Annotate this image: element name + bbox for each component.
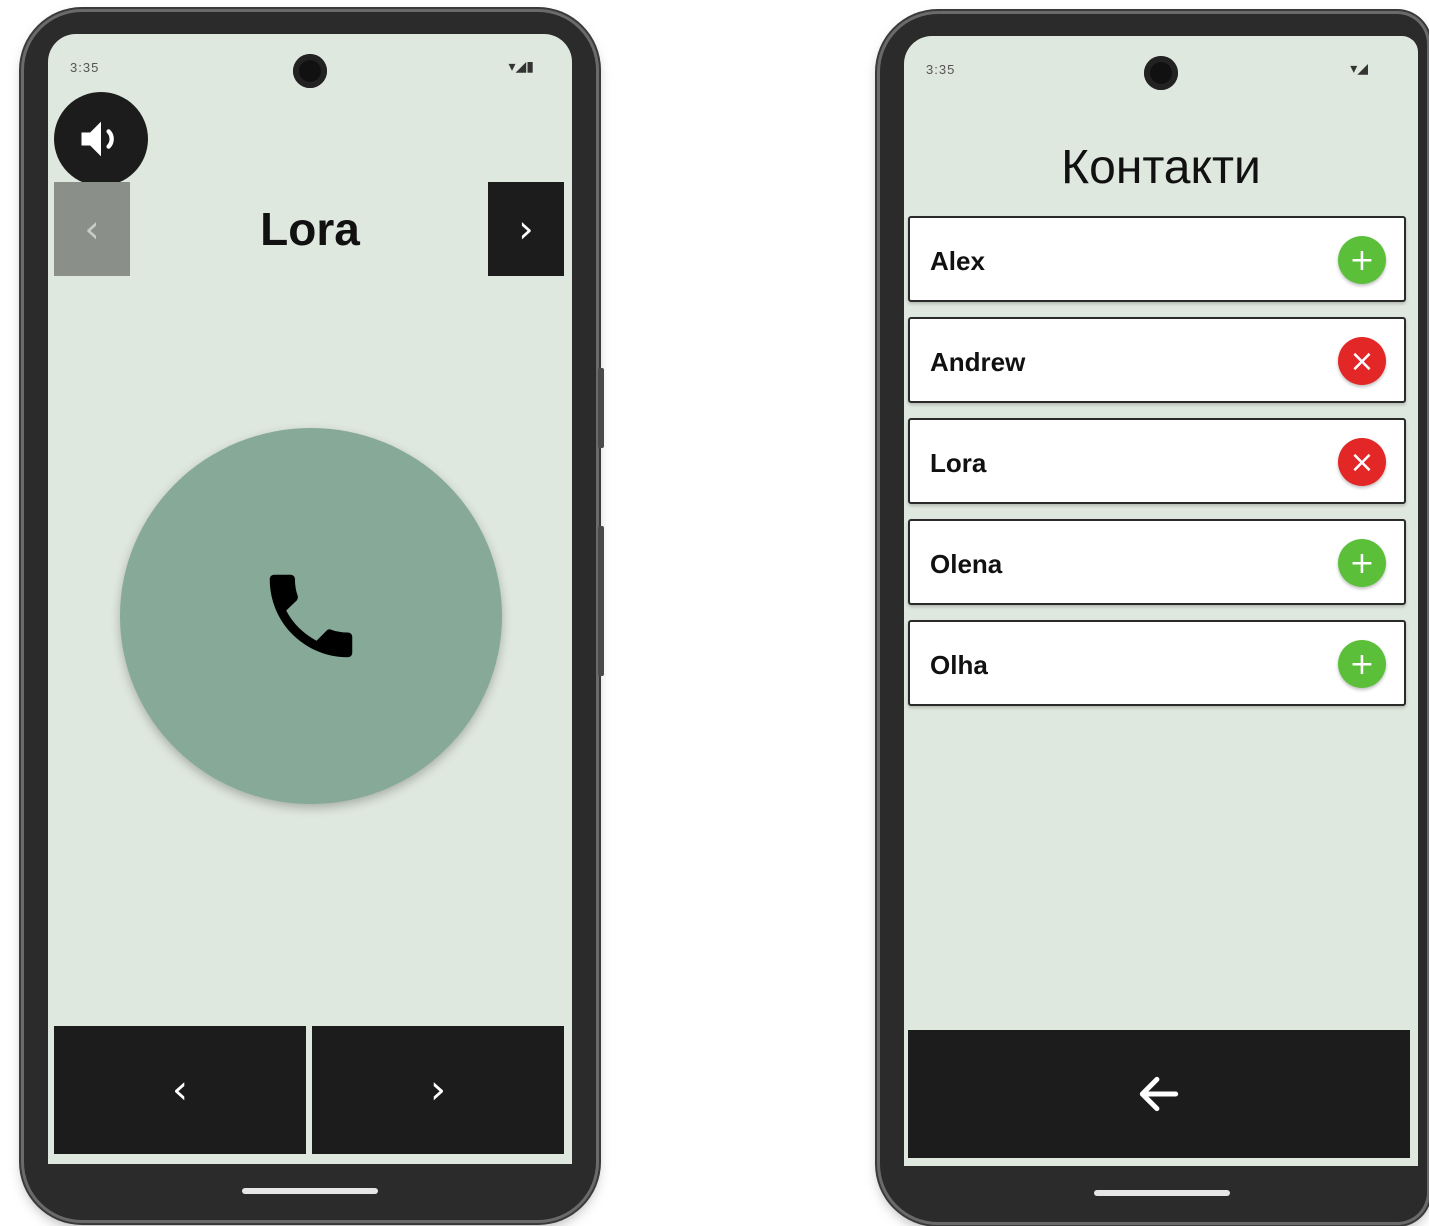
chevron-left-icon: ‹ [172,1067,188,1113]
status-icons: ▾◢▮ [508,58,535,74]
volume-button [598,526,604,676]
chevron-right-icon: › [518,207,534,251]
home-indicator[interactable] [242,1188,378,1194]
contact-row[interactable]: Alex + [908,216,1406,302]
arrow-left-icon [1139,1076,1179,1112]
contact-row-name: Lora [930,448,987,478]
call-button[interactable] [120,428,502,804]
remove-contact-button[interactable]: × [1338,337,1386,385]
contact-row[interactable]: Lora × [908,418,1406,504]
contact-row[interactable]: Andrew × [908,317,1406,403]
status-icons: ▾◢ [1350,60,1368,76]
page-title: Контакти [1061,141,1261,194]
contact-row-name: Olha [930,650,988,680]
speaker-icon [81,121,114,157]
status-time: 3:35 [926,62,956,77]
next-contact-button[interactable]: › [488,182,564,276]
power-button [598,368,604,448]
close-icon: × [1349,444,1375,480]
phone-right: 3:35 ▾◢ Контакти Alex + Andrew × Lora × Olena +… [880,14,1427,1222]
plus-icon: + [1349,242,1375,278]
add-contact-button[interactable]: + [1338,236,1386,284]
front-camera [1144,56,1178,90]
close-icon: × [1349,343,1375,379]
plus-icon: + [1349,545,1375,581]
contact-row-name: Alex [930,246,985,276]
contact-row[interactable]: Olha + [908,620,1406,706]
status-time: 3:35 [70,60,100,75]
bottom-next-button[interactable]: › [312,1026,564,1154]
contact-row-name: Olena [930,549,1003,579]
contact-row-name: Andrew [930,347,1026,377]
add-contact-button[interactable]: + [1338,640,1386,688]
front-camera [293,54,327,88]
chevron-right-icon: › [430,1067,446,1113]
contact-row[interactable]: Olena + [908,519,1406,605]
add-contact-button[interactable]: + [1338,539,1386,587]
home-indicator[interactable] [1094,1190,1230,1196]
contact-list: Alex + Andrew × Lora × Olena + Olha + [908,216,1406,721]
back-button[interactable] [908,1030,1410,1158]
speaker-button[interactable] [54,92,148,186]
call-screen: 3:35 ▾◢▮ ‹ Lora › ‹ › [48,34,572,1164]
remove-contact-button[interactable]: × [1338,438,1386,486]
contacts-screen: 3:35 ▾◢ Контакти Alex + Andrew × Lora × Olena +… [904,36,1418,1166]
phone-left: 3:35 ▾◢▮ ‹ Lora › ‹ › [24,12,604,1220]
bottom-prev-button[interactable]: ‹ [54,1026,306,1154]
phone-icon [269,574,353,658]
bottom-navigation: ‹ › [54,1026,564,1154]
plus-icon: + [1349,646,1375,682]
